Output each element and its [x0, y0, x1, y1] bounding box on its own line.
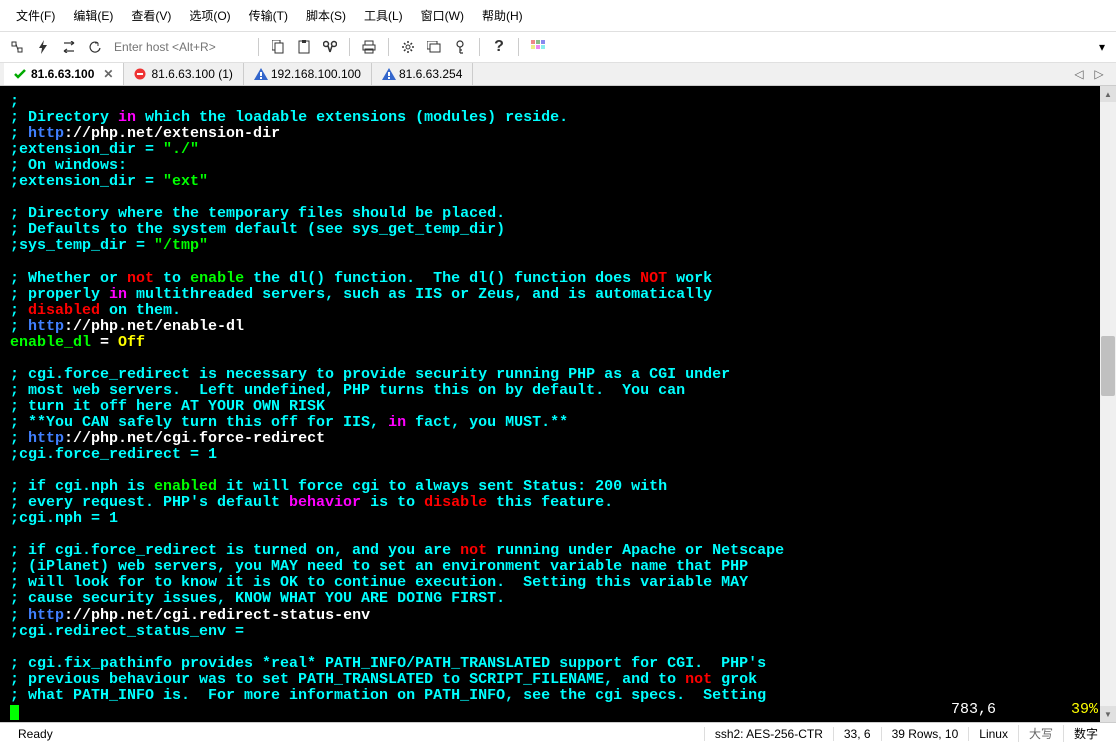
scrollbar[interactable]: ▲ ▼: [1100, 86, 1116, 722]
connect-icon[interactable]: [6, 36, 28, 58]
copy-icon[interactable]: [267, 36, 289, 58]
warning-icon: [382, 68, 394, 80]
stop-icon: [134, 68, 146, 80]
menu-edit[interactable]: 编辑(E): [65, 4, 121, 27]
status-cursor-pos: 33, 6: [833, 727, 881, 741]
menu-options[interactable]: 选项(O): [181, 4, 238, 27]
menu-help[interactable]: 帮助(H): [474, 4, 531, 27]
vim-position: 783,6: [951, 702, 996, 718]
terminal[interactable]: ; ; Directory in which the loadable exte…: [0, 86, 1116, 722]
session-tab[interactable]: 81.6.63.100 (1): [124, 63, 243, 85]
key-icon[interactable]: [449, 36, 471, 58]
toolbar: ? ▾: [0, 32, 1116, 63]
tab-label: 81.6.63.100 (1): [151, 67, 232, 81]
sessions-icon[interactable]: [423, 36, 445, 58]
session-tab[interactable]: 192.168.100.100: [244, 63, 372, 85]
tab-label: 192.168.100.100: [271, 67, 361, 81]
check-icon: [14, 68, 26, 80]
menubar: 文件(F) 编辑(E) 查看(V) 选项(O) 传输(T) 脚本(S) 工具(L…: [0, 0, 1116, 32]
help-icon[interactable]: ?: [488, 36, 510, 58]
status-size: 39 Rows, 10: [881, 727, 969, 741]
reconnect-icon[interactable]: [58, 36, 80, 58]
tab-label: 81.6.63.254: [399, 67, 462, 81]
warning-icon: [254, 68, 266, 80]
scroll-up[interactable]: ▲: [1100, 86, 1116, 102]
grid-icon[interactable]: [527, 36, 549, 58]
print-icon[interactable]: [358, 36, 380, 58]
tab-next[interactable]: ▷: [1090, 65, 1108, 83]
status-ready: Ready: [8, 727, 63, 741]
tab-close[interactable]: ✕: [103, 67, 113, 81]
menu-script[interactable]: 脚本(S): [298, 4, 354, 27]
separator: [479, 38, 480, 56]
menu-window[interactable]: 窗口(W): [413, 4, 472, 27]
disconnect-icon[interactable]: [84, 36, 106, 58]
toolbar-overflow[interactable]: ▾: [1094, 36, 1110, 58]
host-input[interactable]: [110, 38, 250, 56]
separator: [518, 38, 519, 56]
find-icon[interactable]: [319, 36, 341, 58]
vim-percent: 39%: [1071, 702, 1098, 718]
statusbar: Ready ssh2: AES-256-CTR 33, 6 39 Rows, 1…: [0, 722, 1116, 744]
tab-prev[interactable]: ◁: [1070, 65, 1088, 83]
scroll-down[interactable]: ▼: [1100, 706, 1116, 722]
status-os: Linux: [968, 727, 1018, 741]
tab-label: 81.6.63.100: [31, 67, 94, 81]
settings-icon[interactable]: [397, 36, 419, 58]
scroll-thumb[interactable]: [1101, 336, 1115, 396]
menu-view[interactable]: 查看(V): [123, 4, 179, 27]
menu-transfer[interactable]: 传输(T): [241, 4, 296, 27]
menu-tools[interactable]: 工具(L): [356, 4, 411, 27]
quick-connect-icon[interactable]: [32, 36, 54, 58]
status-caps: 大写: [1018, 725, 1063, 742]
paste-icon[interactable]: [293, 36, 315, 58]
separator: [388, 38, 389, 56]
tabbar: 81.6.63.100 ✕ 81.6.63.100 (1) 192.168.100.1…: [0, 63, 1116, 86]
status-num: 数字: [1063, 725, 1108, 742]
session-tab[interactable]: 81.6.63.100 ✕: [4, 63, 124, 85]
separator: [258, 38, 259, 56]
menu-file[interactable]: 文件(F): [8, 4, 63, 27]
separator: [349, 38, 350, 56]
status-connection: ssh2: AES-256-CTR: [704, 727, 833, 741]
session-tab[interactable]: 81.6.63.254: [372, 63, 473, 85]
